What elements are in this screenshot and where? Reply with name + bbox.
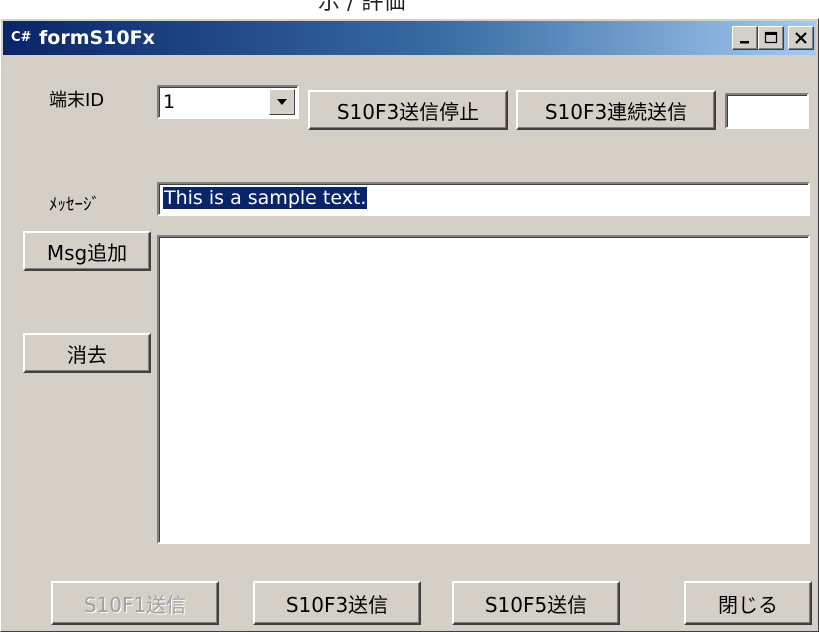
message-log-area[interactable]	[157, 235, 810, 544]
terminal-id-value: 1	[163, 91, 176, 113]
close-window-button[interactable]	[788, 26, 814, 50]
message-label: ﾒｯｾｰｼﾞ	[49, 195, 100, 215]
maximize-button[interactable]	[758, 26, 784, 50]
minimize-button[interactable]	[732, 26, 758, 50]
s10f3-send-button[interactable]: S10F3送信	[253, 581, 421, 625]
dropdown-button[interactable]	[269, 89, 295, 115]
dropdown-arrow-icon	[277, 99, 287, 105]
add-msg-button[interactable]: Msg追加	[23, 231, 151, 271]
form-window: C# formS10Fx 端末ID 1 S10F3送信停止 S10F3連続送信 …	[0, 18, 819, 632]
s10f3-stop-button[interactable]: S10F3送信停止	[308, 90, 508, 130]
background-caption-fragment: 示 / 評価	[318, 0, 458, 12]
csharp-app-icon[interactable]: C#	[11, 29, 33, 47]
counter-field[interactable]	[725, 93, 809, 129]
title-bar[interactable]: C# formS10Fx	[3, 21, 816, 55]
minimize-icon	[740, 41, 749, 44]
terminal-id-label: 端末ID	[49, 90, 105, 111]
maximize-icon	[764, 31, 778, 44]
s10f1-send-button[interactable]: S10F1送信	[51, 581, 219, 625]
message-selected-text: This is a sample text.	[163, 187, 368, 209]
terminal-id-combobox[interactable]: 1	[157, 85, 299, 119]
message-input[interactable]: This is a sample text.	[157, 182, 810, 216]
s10f3-continuous-button[interactable]: S10F3連続送信	[516, 90, 716, 130]
clear-button[interactable]: 消去	[23, 333, 151, 373]
s10f5-send-button[interactable]: S10F5送信	[452, 581, 620, 625]
close-icon	[795, 32, 807, 44]
close-button[interactable]: 閉じる	[684, 581, 812, 625]
window-title: formS10Fx	[39, 27, 155, 49]
